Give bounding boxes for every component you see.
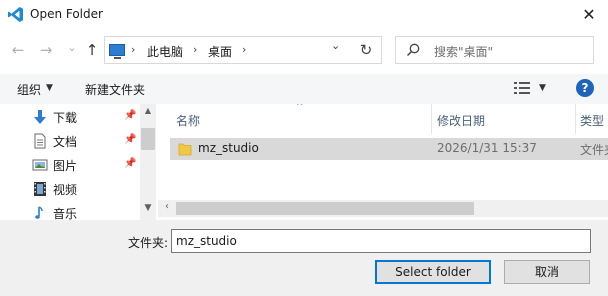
title-bar: Open Folder ✕ bbox=[0, 0, 608, 30]
refresh-button[interactable]: ↻ bbox=[352, 37, 380, 63]
pin-icon[interactable]: 📌 bbox=[124, 158, 136, 169]
breadcrumb-desktop[interactable]: 桌面 bbox=[208, 43, 232, 60]
file-type: 文件夹 bbox=[580, 143, 608, 157]
breadcrumb-separator[interactable]: › bbox=[242, 43, 246, 56]
breadcrumb-separator[interactable]: › bbox=[193, 43, 197, 56]
close-button[interactable]: ✕ bbox=[578, 4, 600, 26]
select-folder-button[interactable]: Select folder bbox=[375, 260, 491, 284]
view-options-caret-icon[interactable]: ▼ bbox=[539, 83, 546, 93]
sidebar-item-label: 视频 bbox=[53, 183, 78, 197]
computer-icon bbox=[109, 44, 125, 59]
column-header-label: 修改日期 bbox=[437, 114, 486, 128]
recent-locations-button[interactable]: ⌄ bbox=[62, 38, 82, 58]
picture-icon bbox=[32, 159, 48, 171]
organize-caret-icon[interactable]: ▼ bbox=[46, 83, 53, 93]
organize-button[interactable]: 组织 bbox=[17, 81, 41, 98]
column-header-label: 名称 bbox=[176, 114, 201, 128]
search-icon bbox=[406, 43, 420, 57]
command-bar: 组织 ▼ 新建文件夹 ▼ ? bbox=[0, 74, 608, 104]
column-header-name[interactable]: ^ 名称 bbox=[158, 104, 431, 134]
video-icon bbox=[34, 182, 46, 196]
search-box[interactable]: 搜索"桌面" bbox=[395, 36, 594, 64]
sidebar-item-label: 图片 bbox=[53, 159, 78, 173]
folder-name-input[interactable] bbox=[171, 229, 591, 253]
back-button[interactable]: ← bbox=[8, 40, 28, 60]
pin-icon[interactable]: 📌 bbox=[124, 134, 136, 145]
new-folder-button[interactable]: 新建文件夹 bbox=[85, 81, 145, 98]
breadcrumb-this-pc[interactable]: 此电脑 bbox=[147, 43, 183, 60]
file-name: mz_studio bbox=[198, 141, 259, 155]
pin-icon[interactable]: 📌 bbox=[124, 110, 136, 121]
sidebar-item-downloads[interactable]: 下载 📌 bbox=[0, 105, 140, 129]
column-header-type[interactable]: 类型 bbox=[576, 104, 608, 134]
sidebar-item-label: 音乐 bbox=[53, 207, 78, 220]
column-header-modified[interactable]: 修改日期 bbox=[432, 104, 575, 134]
document-icon bbox=[34, 133, 46, 149]
forward-button[interactable]: → bbox=[36, 40, 56, 60]
file-modified: 2026/1/31 15:37 bbox=[437, 141, 537, 155]
horizontal-scrollbar-thumb[interactable] bbox=[176, 202, 474, 215]
sidebar-item-label: 下载 bbox=[53, 111, 78, 125]
up-button[interactable]: ↑ bbox=[82, 40, 102, 60]
vscode-icon bbox=[8, 7, 23, 22]
window-title: Open Folder bbox=[30, 7, 103, 21]
folder-icon bbox=[178, 143, 192, 156]
music-icon bbox=[35, 206, 43, 219]
address-bar[interactable]: › 此电脑 › 桌面 › ⌄ bbox=[104, 36, 382, 64]
navigation-pane[interactable]: 下载 📌 文档 📌 图片 📌 视频 音乐 bbox=[0, 104, 156, 220]
breadcrumb-separator[interactable]: › bbox=[131, 43, 135, 56]
navigation-scrollbar-thumb[interactable] bbox=[141, 128, 155, 150]
sort-ascending-icon: ^ bbox=[296, 104, 304, 112]
table-row[interactable]: mz_studio 2026/1/31 15:37 文件夹 bbox=[170, 138, 608, 160]
sidebar-item-music[interactable]: 音乐 bbox=[0, 201, 140, 220]
sidebar-item-pictures[interactable]: 图片 📌 bbox=[0, 153, 140, 177]
scroll-down-icon[interactable]: ▼ bbox=[140, 203, 156, 217]
search-placeholder: 搜索"桌面" bbox=[434, 45, 494, 59]
sidebar-item-label: 文档 bbox=[53, 135, 78, 149]
scroll-up-icon[interactable]: ▲ bbox=[140, 106, 156, 120]
view-options-icon[interactable] bbox=[514, 82, 530, 94]
folder-name-label: 文件夹: bbox=[128, 236, 169, 250]
cancel-button[interactable]: 取消 bbox=[504, 260, 590, 284]
address-dropdown-button[interactable]: ⌄ bbox=[331, 39, 340, 52]
column-header-label: 类型 bbox=[580, 114, 605, 128]
scroll-left-icon[interactable]: ‹ bbox=[160, 201, 174, 215]
help-button[interactable]: ? bbox=[576, 79, 594, 97]
sidebar-item-documents[interactable]: 文档 📌 bbox=[0, 129, 140, 153]
download-icon bbox=[34, 110, 46, 124]
sidebar-item-videos[interactable]: 视频 bbox=[0, 177, 140, 201]
